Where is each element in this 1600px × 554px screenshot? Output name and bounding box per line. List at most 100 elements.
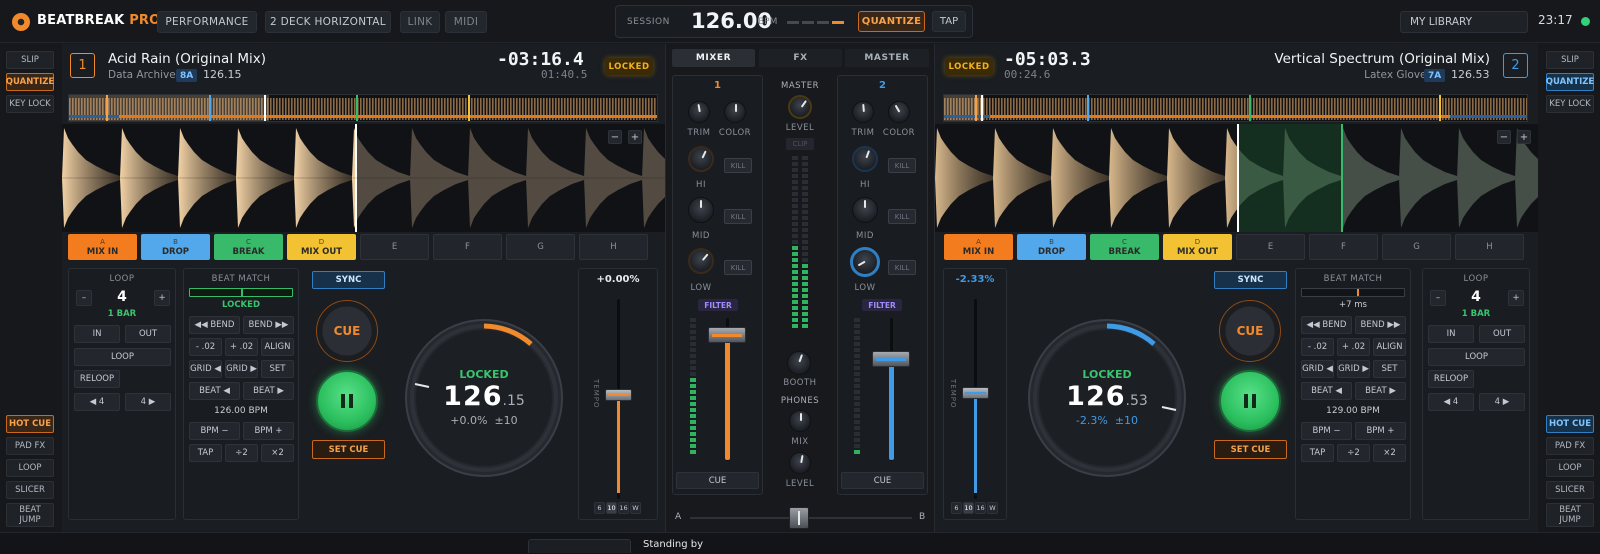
- set-cue-button[interactable]: SET CUE: [312, 440, 385, 459]
- hi-knob[interactable]: [852, 146, 878, 172]
- mid-knob[interactable]: [688, 197, 714, 223]
- loop-halve-button[interactable]: –: [76, 290, 92, 306]
- range-6[interactable]: 6: [594, 502, 605, 514]
- nudge-minus-button[interactable]: - .02: [1301, 338, 1334, 356]
- mid-knob[interactable]: [852, 197, 878, 223]
- library-selector[interactable]: MY LIBRARY: [1400, 11, 1528, 33]
- grid-set-button[interactable]: SET: [1373, 360, 1406, 378]
- nudge-plus-button[interactable]: + .02: [225, 338, 258, 356]
- hotcue-g[interactable]: G: [1382, 234, 1451, 260]
- hi-knob[interactable]: [688, 146, 714, 172]
- padfx-mode[interactable]: PAD FX: [1546, 437, 1594, 455]
- loop-double-button[interactable]: +: [154, 290, 170, 306]
- hotcue-b[interactable]: B DROP: [141, 234, 210, 260]
- hotcue-c[interactable]: C BREAK: [214, 234, 283, 260]
- bend-back-button[interactable]: ◀◀ BEND: [1301, 316, 1352, 334]
- beat-fwd-button[interactable]: BEAT ▶: [1355, 382, 1406, 400]
- slicer-mode[interactable]: SLICER: [1546, 481, 1594, 499]
- color-knob[interactable]: [724, 101, 746, 123]
- hi-kill-button[interactable]: KILL: [724, 158, 752, 173]
- range-6[interactable]: 6: [951, 502, 962, 514]
- loop-mode[interactable]: LOOP: [6, 459, 54, 477]
- hotcue-e[interactable]: E: [360, 234, 429, 260]
- hotcue-b[interactable]: B DROP: [1017, 234, 1086, 260]
- zoom-out-button[interactable]: −: [1497, 130, 1511, 144]
- bpm-minus-button[interactable]: BPM −: [189, 422, 240, 440]
- bpm-plus-button[interactable]: BPM +: [1355, 422, 1406, 440]
- range-wide[interactable]: W: [987, 502, 998, 514]
- grid-set-button[interactable]: SET: [261, 360, 294, 378]
- play-pause-button[interactable]: [1219, 370, 1281, 432]
- set-cue-button[interactable]: SET CUE: [1214, 440, 1287, 459]
- slip-button[interactable]: SLIP: [6, 51, 54, 69]
- layout-button[interactable]: 2 DECK HORIZONTAL: [265, 11, 391, 33]
- link-button[interactable]: LINK: [400, 11, 440, 33]
- bpm-half-button[interactable]: ÷2: [1337, 444, 1370, 462]
- reloop-button[interactable]: RELOOP: [74, 370, 120, 388]
- overview-waveform[interactable]: [68, 94, 658, 122]
- hotcue-a[interactable]: A MIX IN: [68, 234, 137, 260]
- grid-right-button[interactable]: GRID ▶: [225, 360, 258, 378]
- ch2-cue-button[interactable]: CUE: [841, 472, 924, 489]
- slip-button[interactable]: SLIP: [1546, 51, 1594, 69]
- phones-level-knob[interactable]: [789, 452, 811, 474]
- low-kill-button[interactable]: KILL: [724, 260, 752, 275]
- quantize-button[interactable]: QUANTIZE: [858, 11, 925, 32]
- zoom-in-button[interactable]: +: [1517, 130, 1531, 144]
- zoom-out-button[interactable]: −: [608, 130, 622, 144]
- midi-button[interactable]: MIDI: [445, 11, 487, 33]
- mid-kill-button[interactable]: KILL: [888, 209, 916, 224]
- beatjump-mode[interactable]: BEAT JUMP: [6, 503, 54, 527]
- range-wide[interactable]: W: [630, 502, 641, 514]
- tab-mixer[interactable]: MIXER: [672, 49, 755, 67]
- nudge-plus-button[interactable]: + .02: [1337, 338, 1370, 356]
- trim-knob[interactable]: [852, 101, 874, 123]
- beat-back-button[interactable]: BEAT ◀: [1301, 382, 1352, 400]
- tap-tempo-button[interactable]: TAP: [189, 444, 222, 462]
- play-pause-button[interactable]: [316, 370, 378, 432]
- master-level-knob[interactable]: [788, 95, 812, 119]
- hotcue-g[interactable]: G: [506, 234, 575, 260]
- tempo-fader[interactable]: [605, 389, 632, 401]
- low-kill-button[interactable]: KILL: [888, 260, 916, 275]
- cue-button[interactable]: CUE: [316, 300, 378, 362]
- tap-button[interactable]: TAP: [932, 11, 966, 32]
- loop-in-button[interactable]: IN: [74, 325, 120, 343]
- sync-button[interactable]: SYNC: [1214, 271, 1287, 289]
- range-10[interactable]: 10: [606, 502, 617, 514]
- ch1-volume-fader[interactable]: [708, 327, 746, 343]
- bpm-double-button[interactable]: ×2: [261, 444, 294, 462]
- sync-button[interactable]: SYNC: [312, 271, 385, 289]
- tempo-fader[interactable]: [962, 387, 989, 399]
- nudge-minus-button[interactable]: - .02: [189, 338, 222, 356]
- low-knob[interactable]: [688, 248, 714, 274]
- cue-button[interactable]: CUE: [1219, 300, 1281, 362]
- hotcue-h[interactable]: H: [579, 234, 648, 260]
- filter-button[interactable]: FILTER: [862, 299, 902, 311]
- jog-wheel[interactable]: LOCKED 126.15 +0.0% ±10: [405, 319, 563, 477]
- loop-out-button[interactable]: OUT: [125, 325, 171, 343]
- tab-master[interactable]: MASTER: [845, 49, 929, 67]
- crossfader-handle[interactable]: [789, 507, 809, 529]
- tempo-range-selector[interactable]: 6 10 16 W: [594, 502, 641, 514]
- jump-back-button[interactable]: ◀ 4: [1428, 393, 1474, 411]
- bend-fwd-button[interactable]: BEND ▶▶: [1355, 316, 1406, 334]
- waveform[interactable]: − +: [62, 124, 665, 232]
- grid-right-button[interactable]: GRID ▶: [1337, 360, 1370, 378]
- ch2-volume-fader[interactable]: [872, 351, 910, 367]
- zoom-in-button[interactable]: +: [628, 130, 642, 144]
- tap-tempo-button[interactable]: TAP: [1301, 444, 1334, 462]
- loop-in-button[interactable]: IN: [1428, 325, 1474, 343]
- status-tab[interactable]: [528, 539, 631, 553]
- low-knob[interactable]: [850, 247, 880, 277]
- filter-button[interactable]: FILTER: [698, 299, 738, 311]
- align-button[interactable]: ALIGN: [1373, 338, 1406, 356]
- bpm-minus-button[interactable]: BPM −: [1301, 422, 1352, 440]
- range-16[interactable]: 16: [618, 502, 629, 514]
- quantize-toggle[interactable]: QUANTIZE: [6, 73, 54, 91]
- hotcue-e[interactable]: E: [1236, 234, 1305, 260]
- beatjump-mode[interactable]: BEAT JUMP: [1546, 503, 1594, 527]
- beat-back-button[interactable]: BEAT ◀: [189, 382, 240, 400]
- color-knob[interactable]: [888, 101, 910, 123]
- reloop-button[interactable]: RELOOP: [1428, 370, 1474, 388]
